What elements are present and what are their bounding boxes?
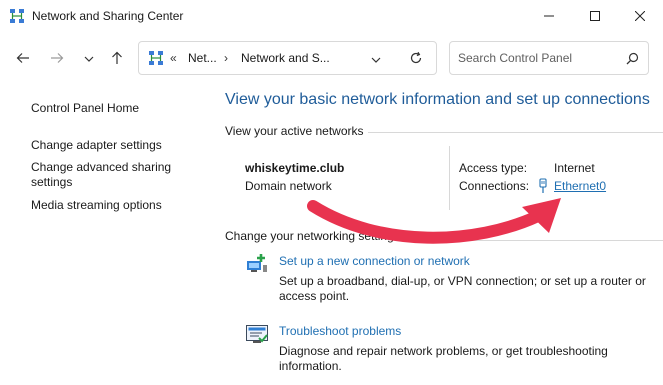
network-type-link[interactable]: Domain network [245,179,332,193]
minimize-icon [544,10,554,24]
access-type-label: Access type: [459,161,528,175]
network-icon [9,8,25,24]
divider [350,132,663,133]
breadcrumb-separator[interactable]: › [224,51,228,65]
divider [449,146,450,210]
sidebar-item-change-advanced-sharing-settings[interactable]: Change advanced sharing settings [31,160,196,190]
access-type-value: Internet [554,161,595,175]
breadcrumb-network-and-sharing-center[interactable]: Network and S... [241,51,330,65]
sidebar-item-change-adapter-settings[interactable]: Change adapter settings [31,138,196,153]
close-button[interactable] [617,0,663,33]
maximize-icon [590,10,600,24]
troubleshoot-icon [245,322,269,346]
change-settings-label: Change your networking settings [225,229,404,243]
search-input[interactable]: Search Control Panel [458,51,572,65]
sidebar: Control Panel Home Change adapter settin… [0,85,205,385]
troubleshoot-problems-description: Diagnose and repair network problems, or… [279,344,608,373]
new-connection-icon [245,251,269,275]
active-networks-label: View your active networks [225,124,368,138]
search-box[interactable]: Search Control Panel [449,41,649,75]
chevron-down-icon[interactable] [371,53,381,67]
arrow-right-icon [50,51,64,68]
refresh-icon[interactable] [409,51,423,68]
sidebar-item-media-streaming-options[interactable]: Media streaming options [31,198,196,213]
network-name: whiskeytime.club [245,161,345,175]
setup-new-connection-description: Set up a broadband, dial-up, or VPN conn… [279,274,646,303]
navigation-bar: « Net... › Network and S... Search Contr… [0,33,663,85]
breadcrumb-network-and-internet[interactable]: Net... [188,51,217,65]
window-title: Network and Sharing Center [32,9,184,23]
ethernet0-link[interactable]: Ethernet0 [554,179,606,193]
maximize-button[interactable] [572,0,618,33]
troubleshoot-problems-link[interactable]: Troubleshoot problems [279,324,401,338]
search-icon[interactable] [626,52,639,68]
recent-locations-button[interactable] [76,46,102,72]
main-content: View your basic network information and … [205,85,663,385]
arrow-left-icon [16,51,30,68]
chevron-down-icon [84,52,94,66]
back-button[interactable] [10,46,36,72]
close-icon [634,10,646,24]
network-icon [148,50,164,66]
connections-label: Connections: [459,179,530,193]
minimize-button[interactable] [526,0,572,33]
page-title: View your basic network information and … [225,91,650,108]
up-button[interactable] [104,46,130,72]
breadcrumb-overflow-button[interactable]: « [170,51,177,65]
sidebar-item-control-panel-home[interactable]: Control Panel Home [31,101,196,116]
setup-new-connection-link[interactable]: Set up a new connection or network [279,254,470,268]
ethernet-icon [538,178,548,194]
arrow-up-icon [110,51,124,68]
forward-button[interactable] [44,46,70,72]
address-bar[interactable]: « Net... › Network and S... [138,41,437,75]
title-bar: Network and Sharing Center [0,0,663,33]
